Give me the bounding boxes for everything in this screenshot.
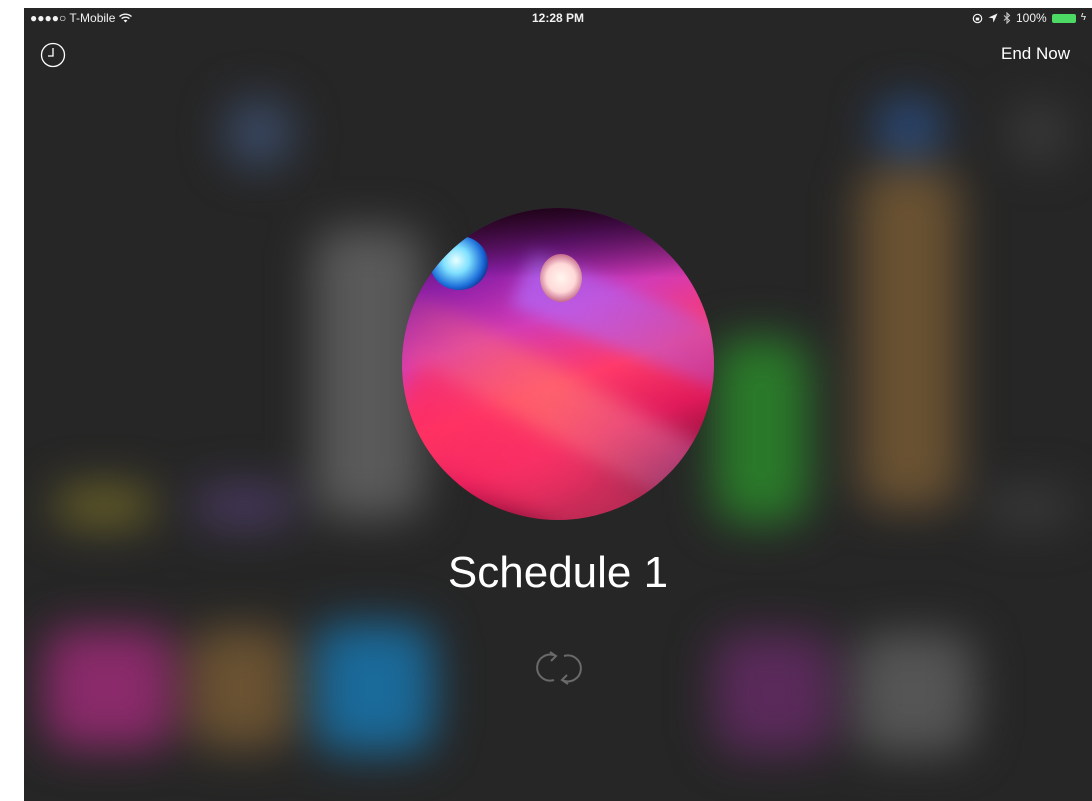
stage-light-blue bbox=[430, 236, 488, 290]
bg-tile bbox=[714, 633, 834, 753]
bg-tile bbox=[859, 168, 959, 508]
bg-tile bbox=[194, 486, 294, 526]
location-arrow-icon bbox=[988, 13, 998, 23]
bg-tile bbox=[189, 628, 294, 748]
scene-image bbox=[402, 208, 714, 520]
battery-icon bbox=[1051, 14, 1076, 23]
bg-tile bbox=[44, 628, 174, 748]
status-time: 12:28 PM bbox=[531, 11, 585, 25]
scene-title: Schedule 1 bbox=[447, 548, 669, 597]
orientation-lock-icon bbox=[972, 13, 983, 23]
stage-light-white bbox=[540, 254, 582, 302]
bg-tile bbox=[314, 623, 434, 753]
status-right-group: 100% ϟ bbox=[972, 8, 1086, 28]
bg-tile bbox=[224, 98, 294, 168]
app-screen: ●●●●○ T-Mobile 12:28 PM 100% ϟ End Now S… bbox=[24, 8, 1092, 801]
battery-percent: 100% bbox=[1016, 11, 1047, 25]
bg-tile bbox=[874, 98, 944, 158]
bg-tile bbox=[714, 338, 809, 523]
end-now-button[interactable]: End Now bbox=[1001, 44, 1070, 64]
clock-icon[interactable] bbox=[40, 42, 66, 68]
bluetooth-icon bbox=[1003, 12, 1011, 24]
bg-tile bbox=[854, 633, 974, 753]
charging-bolt-icon: ϟ bbox=[1080, 12, 1086, 23]
repeat-icon[interactable] bbox=[524, 644, 594, 692]
bg-tile bbox=[984, 488, 1074, 526]
bg-tile bbox=[1009, 103, 1069, 163]
bg-tile bbox=[54, 486, 154, 526]
status-bar: ●●●●○ T-Mobile 12:28 PM 100% ϟ bbox=[24, 8, 1092, 28]
